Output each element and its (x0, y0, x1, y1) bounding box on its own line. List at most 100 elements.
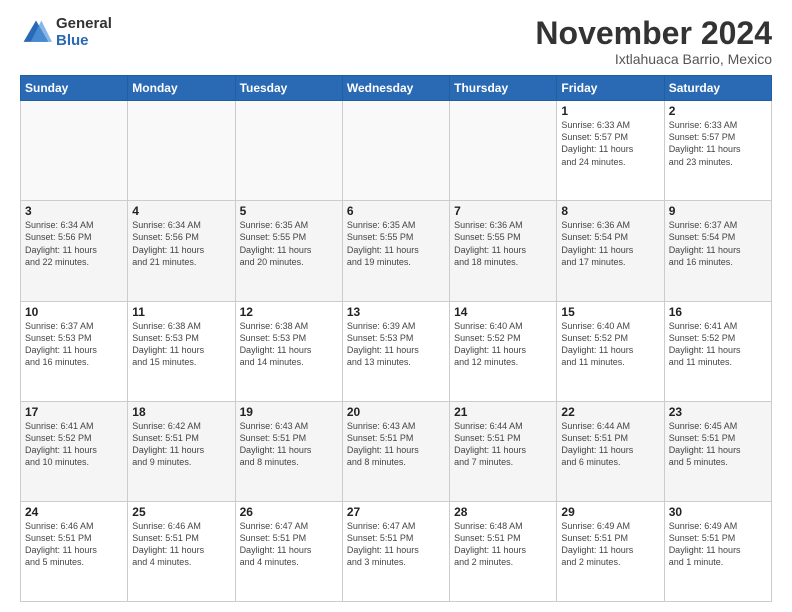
calendar-day-header: Sunday (21, 76, 128, 101)
calendar-cell: 29Sunrise: 6:49 AM Sunset: 5:51 PM Dayli… (557, 501, 664, 601)
day-number: 19 (240, 405, 338, 419)
day-info: Sunrise: 6:37 AM Sunset: 5:54 PM Dayligh… (669, 219, 767, 268)
day-info: Sunrise: 6:41 AM Sunset: 5:52 PM Dayligh… (25, 420, 123, 469)
day-number: 5 (240, 204, 338, 218)
subtitle: Ixtlahuaca Barrio, Mexico (535, 51, 772, 67)
calendar-header-row: SundayMondayTuesdayWednesdayThursdayFrid… (21, 76, 772, 101)
day-number: 18 (132, 405, 230, 419)
day-info: Sunrise: 6:43 AM Sunset: 5:51 PM Dayligh… (240, 420, 338, 469)
logo-general: General (56, 16, 112, 33)
day-info: Sunrise: 6:35 AM Sunset: 5:55 PM Dayligh… (240, 219, 338, 268)
calendar-cell: 12Sunrise: 6:38 AM Sunset: 5:53 PM Dayli… (235, 301, 342, 401)
day-info: Sunrise: 6:39 AM Sunset: 5:53 PM Dayligh… (347, 320, 445, 369)
day-info: Sunrise: 6:33 AM Sunset: 5:57 PM Dayligh… (669, 119, 767, 168)
day-number: 13 (347, 305, 445, 319)
day-info: Sunrise: 6:47 AM Sunset: 5:51 PM Dayligh… (347, 520, 445, 569)
calendar-cell: 15Sunrise: 6:40 AM Sunset: 5:52 PM Dayli… (557, 301, 664, 401)
calendar-cell: 3Sunrise: 6:34 AM Sunset: 5:56 PM Daylig… (21, 201, 128, 301)
day-number: 14 (454, 305, 552, 319)
day-number: 24 (25, 505, 123, 519)
calendar-cell: 7Sunrise: 6:36 AM Sunset: 5:55 PM Daylig… (450, 201, 557, 301)
calendar-week-row: 24 Sunrise: 6:46 AM Sunset: 5:51 PM Dayli… (21, 501, 772, 601)
calendar-cell: 17Sunrise: 6:41 AM Sunset: 5:52 PM Dayli… (21, 401, 128, 501)
day-info: Sunrise: 6:38 AM Sunset: 5:53 PM Dayligh… (132, 320, 230, 369)
day-number: 17 (25, 405, 123, 419)
day-info: Sunrise: 6:44 AM Sunset: 5:51 PM Dayligh… (561, 420, 659, 469)
calendar-cell: 2Sunrise: 6:33 AM Sunset: 5:57 PM Daylig… (664, 101, 771, 201)
main-title: November 2024 (535, 16, 772, 51)
calendar-day-header: Tuesday (235, 76, 342, 101)
day-number: 26 (240, 505, 338, 519)
day-info: Sunrise: 6:34 AM Sunset: 5:56 PM Dayligh… (132, 219, 230, 268)
logo: General Blue (20, 16, 112, 49)
day-number: 12 (240, 305, 338, 319)
calendar-day-header: Saturday (664, 76, 771, 101)
calendar-cell: 21Sunrise: 6:44 AM Sunset: 5:51 PM Dayli… (450, 401, 557, 501)
calendar-cell: 13Sunrise: 6:39 AM Sunset: 5:53 PM Dayli… (342, 301, 449, 401)
day-number: 16 (669, 305, 767, 319)
calendar-week-row: 17Sunrise: 6:41 AM Sunset: 5:52 PM Dayli… (21, 401, 772, 501)
calendar-cell: 6Sunrise: 6:35 AM Sunset: 5:55 PM Daylig… (342, 201, 449, 301)
logo-blue: Blue (56, 33, 112, 50)
calendar-cell: 4Sunrise: 6:34 AM Sunset: 5:56 PM Daylig… (128, 201, 235, 301)
day-info: Sunrise: 6:33 AM Sunset: 5:57 PM Dayligh… (561, 119, 659, 168)
day-info: Sunrise: 6:34 AM Sunset: 5:56 PM Dayligh… (25, 219, 123, 268)
calendar-cell: 1Sunrise: 6:33 AM Sunset: 5:57 PM Daylig… (557, 101, 664, 201)
day-number: 23 (669, 405, 767, 419)
day-number: 1 (561, 104, 659, 118)
calendar-cell: 11Sunrise: 6:38 AM Sunset: 5:53 PM Dayli… (128, 301, 235, 401)
day-info: Sunrise: 6:37 AM Sunset: 5:53 PM Dayligh… (25, 320, 123, 369)
calendar-week-row: 1Sunrise: 6:33 AM Sunset: 5:57 PM Daylig… (21, 101, 772, 201)
calendar-cell: 8Sunrise: 6:36 AM Sunset: 5:54 PM Daylig… (557, 201, 664, 301)
calendar-cell: 18Sunrise: 6:42 AM Sunset: 5:51 PM Dayli… (128, 401, 235, 501)
day-info: Sunrise: 6:47 AM Sunset: 5:51 PM Dayligh… (240, 520, 338, 569)
calendar-cell: 9Sunrise: 6:37 AM Sunset: 5:54 PM Daylig… (664, 201, 771, 301)
calendar-cell: 26Sunrise: 6:47 AM Sunset: 5:51 PM Dayli… (235, 501, 342, 601)
day-number: 15 (561, 305, 659, 319)
day-info: Sunrise: 6:36 AM Sunset: 5:54 PM Dayligh… (561, 219, 659, 268)
day-info: Sunrise: 6:48 AM Sunset: 5:51 PM Dayligh… (454, 520, 552, 569)
day-info: Sunrise: 6:42 AM Sunset: 5:51 PM Dayligh… (132, 420, 230, 469)
day-number: 30 (669, 505, 767, 519)
logo-icon (20, 17, 52, 49)
day-number: 28 (454, 505, 552, 519)
calendar-cell (21, 101, 128, 201)
day-number: 8 (561, 204, 659, 218)
calendar-cell (235, 101, 342, 201)
calendar-cell (342, 101, 449, 201)
day-info: Sunrise: 6:44 AM Sunset: 5:51 PM Dayligh… (454, 420, 552, 469)
day-info: Sunrise: 6:40 AM Sunset: 5:52 PM Dayligh… (454, 320, 552, 369)
day-number: 29 (561, 505, 659, 519)
calendar-cell: 22Sunrise: 6:44 AM Sunset: 5:51 PM Dayli… (557, 401, 664, 501)
calendar-cell: 24Sunrise: 6:46 AM Sunset: 5:51 PM Dayli… (21, 501, 128, 601)
calendar-cell: 19Sunrise: 6:43 AM Sunset: 5:51 PM Dayli… (235, 401, 342, 501)
calendar-table: SundayMondayTuesdayWednesdayThursdayFrid… (20, 75, 772, 602)
day-info: Sunrise: 6:46 AM Sunset: 5:51 PM Dayligh… (132, 520, 230, 569)
calendar-day-header: Monday (128, 76, 235, 101)
day-number: 25 (132, 505, 230, 519)
day-info: Sunrise: 6:36 AM Sunset: 5:55 PM Dayligh… (454, 219, 552, 268)
calendar-cell: 27Sunrise: 6:47 AM Sunset: 5:51 PM Dayli… (342, 501, 449, 601)
day-number: 9 (669, 204, 767, 218)
calendar-cell (450, 101, 557, 201)
calendar-cell: 23Sunrise: 6:45 AM Sunset: 5:51 PM Dayli… (664, 401, 771, 501)
calendar-week-row: 3Sunrise: 6:34 AM Sunset: 5:56 PM Daylig… (21, 201, 772, 301)
calendar-cell: 20Sunrise: 6:43 AM Sunset: 5:51 PM Dayli… (342, 401, 449, 501)
day-number: 10 (25, 305, 123, 319)
calendar-cell: 30Sunrise: 6:49 AM Sunset: 5:51 PM Dayli… (664, 501, 771, 601)
day-info: Sunrise: 6:45 AM Sunset: 5:51 PM Dayligh… (669, 420, 767, 469)
calendar-cell: 16Sunrise: 6:41 AM Sunset: 5:52 PM Dayli… (664, 301, 771, 401)
day-info: Sunrise: 6:49 AM Sunset: 5:51 PM Dayligh… (561, 520, 659, 569)
calendar-cell: 14Sunrise: 6:40 AM Sunset: 5:52 PM Dayli… (450, 301, 557, 401)
day-number: 27 (347, 505, 445, 519)
calendar-cell: 28Sunrise: 6:48 AM Sunset: 5:51 PM Dayli… (450, 501, 557, 601)
day-info: Sunrise: 6:49 AM Sunset: 5:51 PM Dayligh… (669, 520, 767, 569)
calendar-cell: 25Sunrise: 6:46 AM Sunset: 5:51 PM Dayli… (128, 501, 235, 601)
logo-text: General Blue (56, 16, 112, 49)
day-number: 11 (132, 305, 230, 319)
day-number: 6 (347, 204, 445, 218)
calendar-week-row: 10Sunrise: 6:37 AM Sunset: 5:53 PM Dayli… (21, 301, 772, 401)
day-number: 7 (454, 204, 552, 218)
calendar-day-header: Wednesday (342, 76, 449, 101)
day-number: 4 (132, 204, 230, 218)
